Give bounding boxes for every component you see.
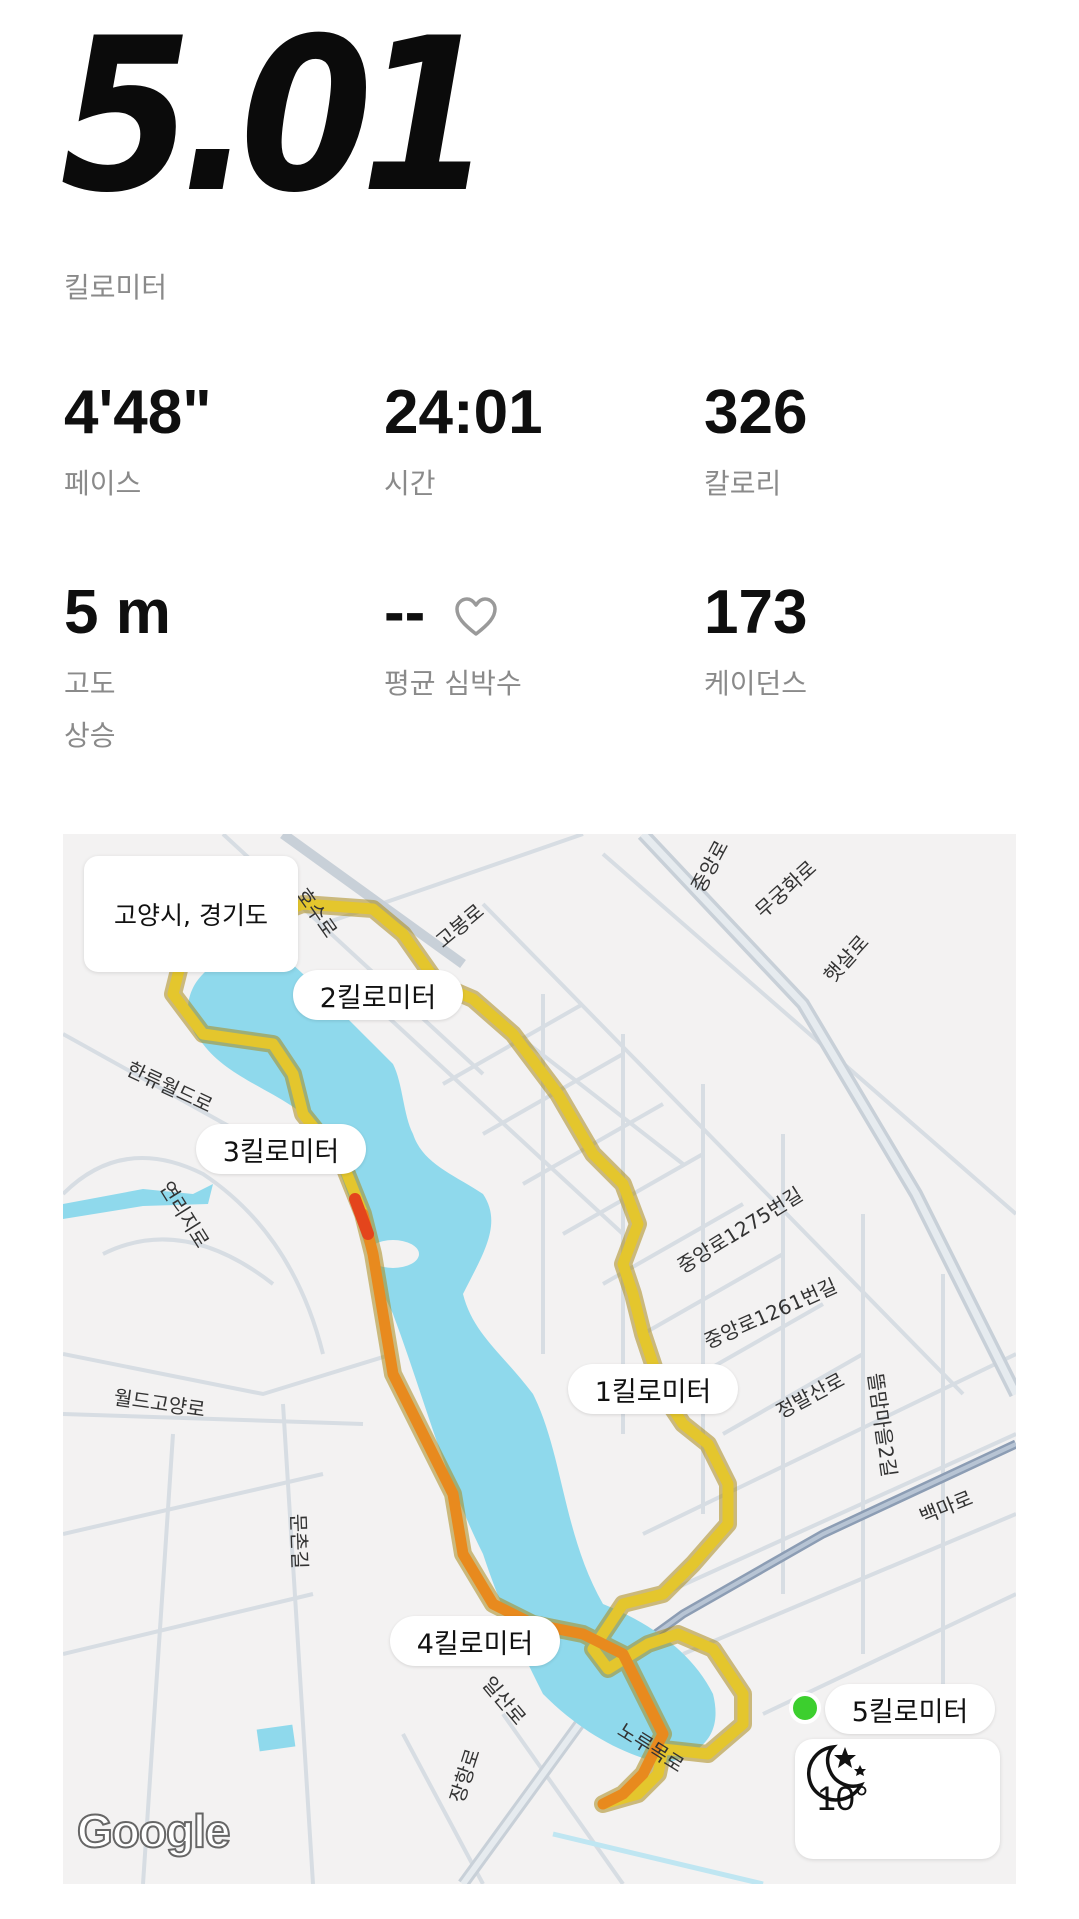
moon-stars-icon [807,1744,866,1802]
road-label: 고봉로 [431,899,489,953]
heart-icon [455,597,497,636]
pace-label: 페이스 [64,467,142,500]
road-label: 한류월드로 [123,1057,217,1118]
pond [256,1724,296,1752]
cadence-label: 케이던스 [704,667,808,700]
elevation-label: 고도 [64,667,116,700]
road-label: 무궁화로 [750,856,821,923]
heart-rate-value: -- [384,578,426,647]
route-map[interactable]: 호수로 고봉로 중앙로 무궁화로 햇살로 한류월드로 연리지로 중앙로1275번… [63,834,1016,1884]
calories-value: 326 [704,378,808,447]
distance-value: 5.01 [60,0,493,239]
road-label: 중앙로1261번길 [700,1274,840,1354]
road-label: 햇살로 [819,930,874,987]
road-label: 중앙로 [686,836,733,896]
heart-rate-label: 평균 심박수 [384,667,522,700]
km-marker-2: 2킬로미터 [293,970,463,1020]
cadence-value: 173 [704,578,808,647]
elevation-value: 5 m [64,578,171,647]
pace-value: 4'48" [64,378,212,447]
time-value: 24:01 [384,378,543,447]
road-label: 장항로 [445,1746,485,1806]
km-marker-4: 4킬로미터 [390,1616,560,1666]
km-marker-1: 1킬로미터 [568,1364,738,1414]
road-label: 문촌길 [286,1513,312,1569]
google-logo: Google [76,1804,231,1858]
elevation-sublabel: 상승 [64,719,116,752]
road-label: 백마로 [916,1486,976,1529]
location-label: 고양시, 경기도 [84,856,298,972]
start-dot [789,1692,821,1724]
road-label: 일산로 [477,1672,531,1730]
time-label: 시간 [384,467,436,500]
road-label: 중앙로1275번길 [673,1182,807,1278]
distance-unit-label: 킬로미터 [64,271,168,304]
weather-widget: 10° [795,1739,1000,1859]
km-marker-5: 5킬로미터 [825,1684,995,1734]
km-marker-3: 3킬로미터 [196,1124,366,1174]
calories-label: 칼로리 [704,467,782,500]
